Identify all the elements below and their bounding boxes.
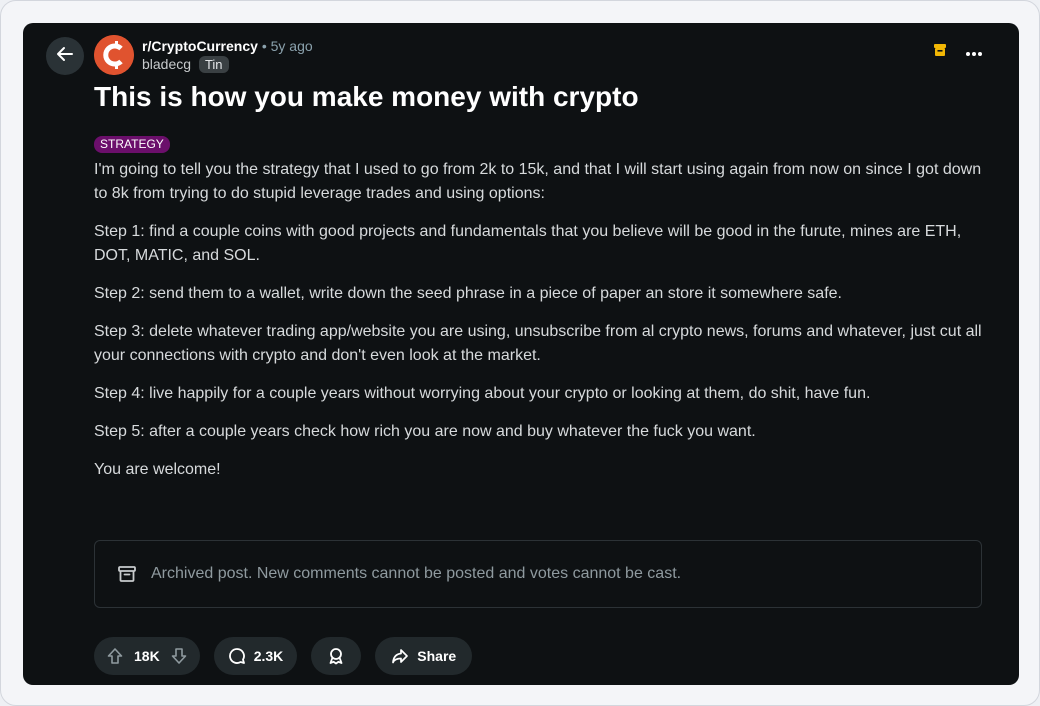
vote-control: 18K bbox=[94, 637, 200, 675]
archived-notice: Archived post. New comments cannot be po… bbox=[94, 540, 982, 608]
post-paragraph: Step 3: delete whatever trading app/webs… bbox=[94, 323, 982, 364]
award-button[interactable] bbox=[311, 637, 362, 675]
archived-notice-text: Archived post. New comments cannot be po… bbox=[151, 565, 682, 582]
post-paragraph: You are welcome! bbox=[94, 461, 221, 478]
post-body: I'm going to tell you the strategy that … bbox=[94, 158, 982, 496]
meta-separator: • bbox=[261, 38, 267, 54]
comment-bubble-icon bbox=[228, 647, 246, 665]
upvote-button[interactable] bbox=[106, 647, 124, 665]
more-horizontal-icon bbox=[966, 51, 982, 56]
cryptocurrency-logo bbox=[94, 35, 134, 75]
author-link[interactable]: bladecg bbox=[142, 56, 191, 72]
post-paragraph: I'm going to tell you the strategy that … bbox=[94, 161, 982, 202]
post-age: 5y ago bbox=[270, 38, 313, 54]
share-arrow-icon bbox=[391, 647, 409, 665]
archive-box-icon bbox=[933, 43, 947, 62]
post-header-actions bbox=[933, 43, 983, 62]
archive-icon bbox=[117, 564, 137, 584]
share-label: Share bbox=[417, 648, 457, 664]
comments-button[interactable]: 2.3K bbox=[213, 637, 298, 675]
post-paragraph: Step 4: live happily for a couple years … bbox=[94, 385, 871, 402]
downvote-button[interactable] bbox=[170, 647, 188, 665]
post-paragraph: Step 1: find a couple coins with good pr… bbox=[94, 223, 962, 264]
window-frame: r/CryptoCurrency • 5y ago bladecg Tin Th… bbox=[0, 0, 1040, 706]
subreddit-avatar[interactable] bbox=[94, 35, 134, 75]
post-flair[interactable]: STRATEGY bbox=[94, 136, 170, 153]
more-options-button[interactable] bbox=[965, 44, 983, 62]
comment-count: 2.3K bbox=[253, 648, 284, 664]
post-paragraph: Step 5: after a couple years check how r… bbox=[94, 423, 756, 440]
arrow-left-icon bbox=[55, 44, 75, 69]
post-meta: r/CryptoCurrency • 5y ago bladecg Tin bbox=[142, 37, 313, 73]
back-button[interactable] bbox=[46, 37, 84, 75]
award-icon bbox=[327, 647, 345, 665]
downvote-arrow-icon bbox=[171, 648, 186, 664]
upvote-arrow-icon bbox=[107, 648, 123, 664]
subreddit-link[interactable]: r/CryptoCurrency bbox=[142, 38, 258, 54]
vote-count: 18K bbox=[134, 648, 160, 664]
post-card: r/CryptoCurrency • 5y ago bladecg Tin Th… bbox=[23, 23, 1019, 685]
post-paragraph: Step 2: send them to a wallet, write dow… bbox=[94, 285, 842, 302]
author-flair: Tin bbox=[198, 56, 229, 73]
post-title: This is how you make money with crypto bbox=[94, 81, 639, 112]
post-actions: 18K 2.3K Share bbox=[94, 637, 473, 675]
share-button[interactable]: Share bbox=[375, 637, 473, 675]
